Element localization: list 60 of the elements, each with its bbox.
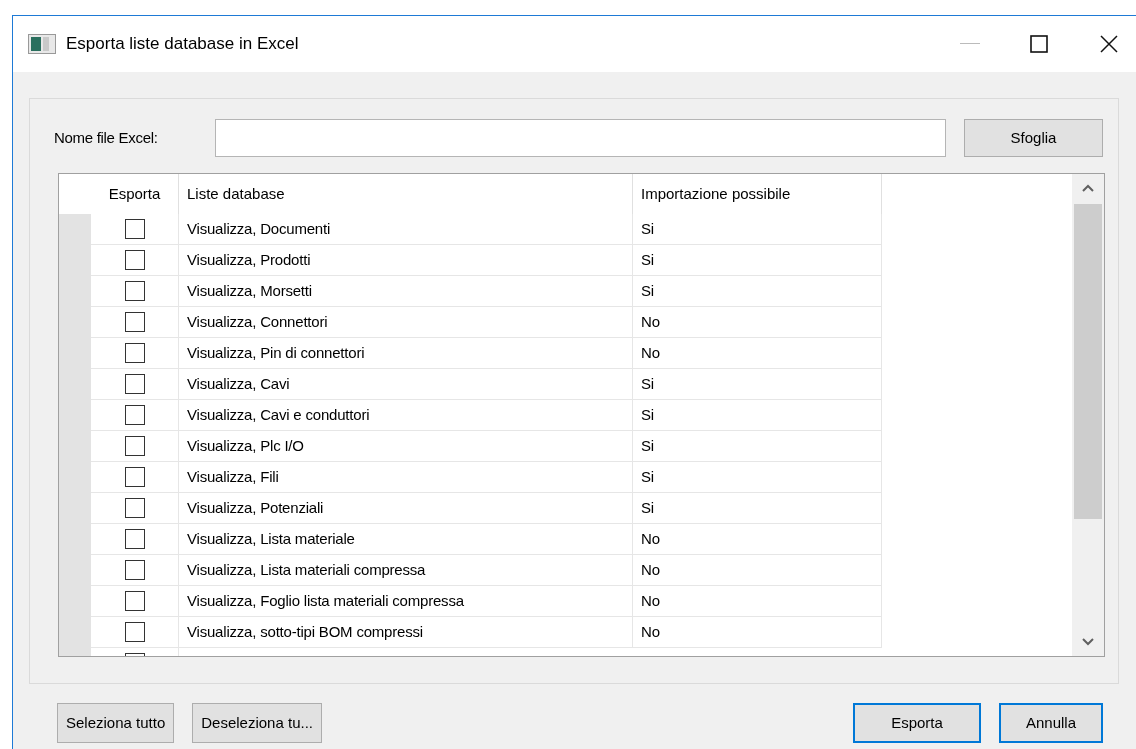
table-cell: No xyxy=(633,555,882,586)
maximize-icon[interactable] xyxy=(1030,35,1048,53)
checkbox[interactable] xyxy=(124,622,145,642)
table-cell: Si xyxy=(633,493,882,524)
dialog-button[interactable]: Seleziona tutto xyxy=(57,703,175,743)
dialog-button[interactable]: Annulla xyxy=(999,703,1103,743)
table-cell: Si xyxy=(633,431,882,462)
scroll-up-icon[interactable] xyxy=(1082,184,1094,192)
checkbox[interactable] xyxy=(124,312,145,332)
table-cell: Visualizza, Morsetti xyxy=(179,276,633,307)
field-label: Nome file Excel: xyxy=(54,127,159,148)
column-header[interactable]: Esporta xyxy=(91,174,179,214)
checkbox[interactable] xyxy=(124,343,145,363)
table-cell: Visualizza, Lista materiali compressa xyxy=(179,555,633,586)
column-header[interactable]: Liste database xyxy=(179,174,633,214)
table-cell: Si xyxy=(633,369,882,400)
table-cell: No xyxy=(633,524,882,555)
table-cell: Si xyxy=(633,276,882,307)
checkbox[interactable] xyxy=(124,560,145,580)
table-cell: Visualizza, Prodotti xyxy=(179,245,633,276)
table-cell: Visualizza, Fili xyxy=(179,462,633,493)
checkbox[interactable] xyxy=(124,529,145,549)
table-cell: No xyxy=(633,617,882,648)
dialog-button[interactable]: Esporta xyxy=(853,703,981,743)
checkbox[interactable] xyxy=(124,591,145,611)
table-cell: Si xyxy=(633,462,882,493)
table-cell: Visualizza, sotto-tipi BOM compressi xyxy=(179,617,633,648)
checkbox[interactable] xyxy=(124,436,145,456)
vertical-scrollbar[interactable] xyxy=(1072,174,1104,656)
checkbox[interactable] xyxy=(124,405,145,425)
file-name-field[interactable] xyxy=(215,119,946,157)
table-cell: Visualizza, Connettori xyxy=(179,307,633,338)
checkbox[interactable] xyxy=(124,219,145,239)
table-cell: No xyxy=(633,307,882,338)
table-cell: Visualizza, Plc I/O xyxy=(179,431,633,462)
table-cell: Si xyxy=(633,245,882,276)
close-icon[interactable] xyxy=(1100,35,1118,53)
table-cell: Visualizza, Foglio lista materiali compressa xyxy=(179,586,633,617)
window-title: Esporta liste database in Excel xyxy=(66,33,299,56)
browse-button[interactable]: Sfoglia xyxy=(964,119,1103,157)
table-cell: No xyxy=(633,338,882,369)
table-cell: Visualizza, Lista materiale xyxy=(179,524,633,555)
checkbox[interactable] xyxy=(124,374,145,394)
table-cell: Si xyxy=(633,400,882,431)
table-cell: Visualizza, Cavi e conduttori xyxy=(179,400,633,431)
dialog-button[interactable]: Deseleziona tu... xyxy=(192,703,322,743)
checkbox[interactable] xyxy=(124,498,145,518)
checkbox[interactable] xyxy=(124,467,145,487)
table-cell: Visualizza, Documenti xyxy=(179,214,633,245)
checkbox[interactable] xyxy=(124,250,145,270)
table-cell: Visualizza, Pin di connettori xyxy=(179,338,633,369)
checkbox[interactable] xyxy=(124,281,145,301)
scrollbar-thumb[interactable] xyxy=(1074,204,1102,519)
column-header[interactable]: Importazione possibile xyxy=(633,174,882,214)
scroll-down-icon[interactable] xyxy=(1082,638,1094,646)
app-icon xyxy=(28,34,56,54)
table-cell: Si xyxy=(633,214,882,245)
table-cell: Visualizza, Potenziali xyxy=(179,493,633,524)
table-cell: Visualizza, Cavi xyxy=(179,369,633,400)
table-cell: No xyxy=(633,586,882,617)
